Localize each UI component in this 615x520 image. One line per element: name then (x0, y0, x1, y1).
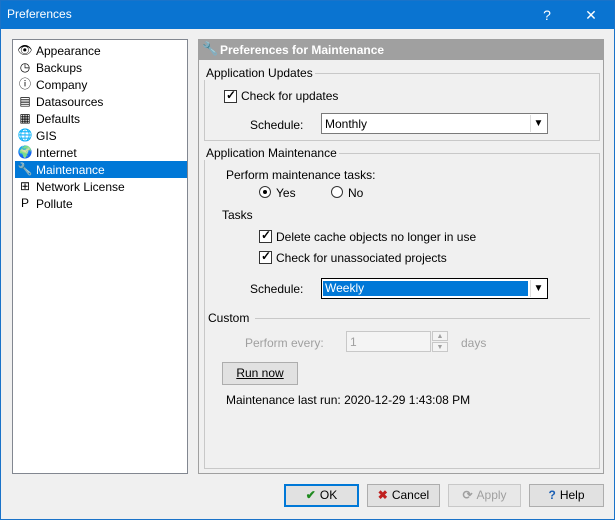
help-label: Help (559, 488, 585, 502)
tree-item-label: GIS (36, 129, 57, 143)
tree-item-label: Company (36, 78, 88, 92)
application-updates-label: Application Updates (204, 66, 315, 80)
tree-item-datasources[interactable]: ▤ Datasources (15, 93, 187, 110)
delete-cache-checkbox[interactable]: ✓ (259, 228, 272, 243)
tasks-label: Tasks (222, 208, 253, 222)
tree-item-defaults[interactable]: ▦ Defaults (15, 110, 187, 127)
maintenance-schedule-label: Schedule: (250, 282, 304, 296)
run-now-button[interactable]: Run now (222, 362, 298, 385)
preferences-panel: 🔧 Preferences for Maintenance Applicatio… (198, 39, 604, 474)
refresh-icon: ⟳ (462, 488, 473, 502)
tree-item-label: Internet (36, 146, 77, 160)
updates-schedule-value: Monthly (325, 117, 368, 131)
updates-schedule-select[interactable]: Monthly ▼ (321, 113, 548, 134)
tree-item-label: Backups (36, 61, 83, 75)
custom-label: Custom (208, 311, 250, 325)
perform-every-label: Perform every: (245, 336, 324, 350)
cancel-button[interactable]: ✖ Cancel (367, 484, 440, 507)
globe-icon: 🌐 (17, 128, 33, 142)
delete-cache-label: Delete cache objects no longer in use (276, 230, 477, 244)
tree-item-maintenance[interactable]: 🔧 Maintenance (15, 161, 187, 178)
preferences-window: Preferences ? ✕ 👁 Appearance ◷ Backups ⓘ Comp… (0, 0, 615, 520)
custom-divider (255, 318, 590, 319)
info-icon: ⓘ (18, 77, 31, 91)
ok-button[interactable]: ✔ OK (284, 484, 359, 507)
perform-tasks-label: Perform maintenance tasks: (226, 168, 376, 182)
tree-item-label: Appearance (36, 44, 101, 58)
check-updates-checkbox[interactable]: ✓ (224, 88, 237, 103)
close-button[interactable]: ✕ (569, 1, 613, 29)
application-maintenance-group (204, 153, 600, 469)
help-title-button[interactable]: ? (525, 1, 569, 29)
eye-icon: 👁 (17, 43, 33, 57)
tree-item-backups[interactable]: ◷ Backups (15, 59, 187, 76)
title-bar: Preferences ? ✕ (1, 1, 614, 29)
clock-icon: ◷ (19, 60, 31, 74)
tree-item-label: Pollute (36, 197, 73, 211)
check-unassociated-label: Check for unassociated projects (276, 251, 447, 265)
ok-label: OK (319, 488, 338, 502)
yes-radio[interactable] (259, 186, 271, 198)
no-label: No (348, 186, 364, 200)
maintenance-last-run: Maintenance last run: 2020-12-29 1:43:08… (226, 393, 471, 407)
defaults-icon: ▦ (19, 111, 31, 125)
panel-header: 🔧 Preferences for Maintenance (199, 40, 603, 60)
chevron-down-icon[interactable]: ▼ (530, 280, 546, 297)
wrench-icon: 🔧 (202, 41, 219, 56)
spin-down-icon[interactable]: ▼ (432, 342, 448, 352)
perform-every-value: 1 (350, 335, 357, 349)
check-unassociated-checkbox[interactable]: ✓ (259, 249, 272, 264)
apply-button[interactable]: ⟳ Apply (448, 484, 521, 507)
preferences-tree[interactable]: 👁 Appearance ◷ Backups ⓘ Company ▤ Datasources ▦… (12, 39, 188, 474)
tree-item-label: Maintenance (36, 163, 105, 177)
tree-item-network-license[interactable]: ⊞ Network License (15, 178, 187, 195)
tree-item-company[interactable]: ⓘ Company (15, 76, 187, 93)
x-icon: ✖ (377, 488, 388, 502)
window-title: Preferences (7, 7, 72, 21)
tree-item-pollute[interactable]: P Pollute (15, 195, 187, 212)
tree-item-label: Datasources (36, 95, 104, 109)
pollute-icon: P (20, 196, 29, 210)
cancel-label: Cancel (391, 488, 430, 502)
wrench-icon: 🔧 (17, 162, 33, 176)
spin-up-icon[interactable]: ▲ (432, 331, 448, 341)
apply-label: Apply (476, 488, 507, 502)
network-icon: ⊞ (19, 179, 31, 193)
checkmark-icon: ✔ (305, 488, 316, 502)
question-icon: ? (548, 488, 556, 502)
yes-label: Yes (276, 186, 296, 200)
tree-item-label: Defaults (36, 112, 81, 126)
tree-item-appearance[interactable]: 👁 Appearance (15, 42, 187, 59)
days-label: days (461, 336, 487, 350)
help-button[interactable]: ? Help (529, 484, 604, 507)
maintenance-schedule-value: Weekly (323, 281, 528, 296)
panel-title: Preferences for Maintenance (220, 43, 385, 57)
datasource-icon: ▤ (19, 94, 31, 108)
tree-item-internet[interactable]: 🌍 Internet (15, 144, 187, 161)
run-now-label: Run now (236, 366, 284, 380)
check-updates-label: Check for updates (241, 89, 339, 103)
tree-item-gis[interactable]: 🌐 GIS (15, 127, 187, 144)
perform-every-stepper[interactable]: 1 ▲ ▼ (346, 331, 448, 352)
internet-globe-icon: 🌍 (17, 145, 33, 159)
application-maintenance-label: Application Maintenance (204, 146, 339, 160)
maintenance-schedule-select[interactable]: Weekly ▼ (321, 278, 548, 299)
updates-schedule-label: Schedule: (250, 118, 304, 132)
tree-item-label: Network License (36, 180, 125, 194)
chevron-down-icon[interactable]: ▼ (530, 115, 546, 132)
no-radio[interactable] (331, 186, 343, 198)
